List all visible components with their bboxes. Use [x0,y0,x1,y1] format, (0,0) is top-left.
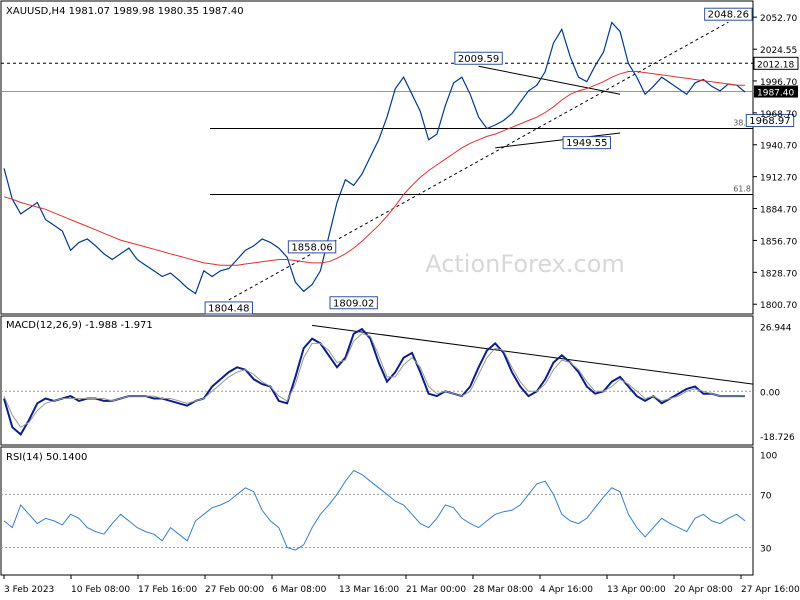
rsi-title: RSI(14) 50.1400 [6,452,87,463]
x-axis-label: 21 Mar 00:00 [406,585,466,595]
x-axis-label: 27 Feb 00:00 [205,585,264,595]
chart: ActionForex.com XAUUSD,H4 1981.07 1989.9… [0,0,800,600]
rsi-y-tick-label: 30 [760,544,772,554]
main-y-tick-label: 1856.70 [760,237,797,247]
last-price-label: 1987.40 [757,89,794,99]
x-axis-label: 20 Apr 08:00 [674,585,733,595]
macd-y-tick-label: -18.726 [760,433,795,443]
x-axis-label: 27 Apr 16:00 [741,585,800,595]
main-y-tick-label: 1940.70 [760,142,797,152]
main-y-tick-label: 1968.70 [760,110,797,120]
main-title: XAUUSD,H4 1981.07 1989.98 1980.35 1987.4… [6,6,244,17]
price-annotation-label: 1858.06 [291,242,332,253]
rsi-y-tick-label: 70 [760,491,772,501]
main-y-tick-label: 1912.70 [760,174,797,184]
x-axis-label: 10 Feb 08:00 [71,585,130,595]
main-y-tick-label: 2024.55 [760,46,797,56]
macd-y-tick-label: 26.944 [760,324,792,334]
price-annotation-label: 1809.02 [333,298,374,309]
resistance-price-label: 2012.18 [757,60,794,70]
macd-title: MACD(12,26,9) -1.988 -1.971 [6,320,153,331]
x-axis-label: 6 Mar 08:00 [272,585,327,595]
x-axis-label: 4 Apr 16:00 [540,585,593,595]
main-y-tick-label: 1884.70 [760,206,797,216]
price-annotation-label: 2009.59 [458,54,499,65]
x-axis-label: 3 Feb 2023 [4,585,54,595]
x-axis-label: 13 Apr 00:00 [607,585,666,595]
watermark: ActionForex.com [425,250,625,278]
macd-y-tick-label: 0.00 [760,388,780,398]
main-y-tick-label: 1828.70 [760,269,797,279]
price-annotation-label: 1949.55 [566,138,607,149]
main-y-tick-label: 1800.70 [760,301,797,311]
x-axis-label: 13 Mar 16:00 [339,585,399,595]
x-axis-label: 28 Mar 08:00 [473,585,533,595]
x-axis-label: 17 Feb 16:00 [138,585,197,595]
fib-level-label: 61.8 [733,185,751,194]
rsi-y-tick-label: 100 [760,452,777,462]
price-annotation-label: 1804.48 [208,303,249,314]
price-annotation-label: 2048.26 [708,10,749,21]
main-y-tick-label: 2052.70 [760,14,797,24]
